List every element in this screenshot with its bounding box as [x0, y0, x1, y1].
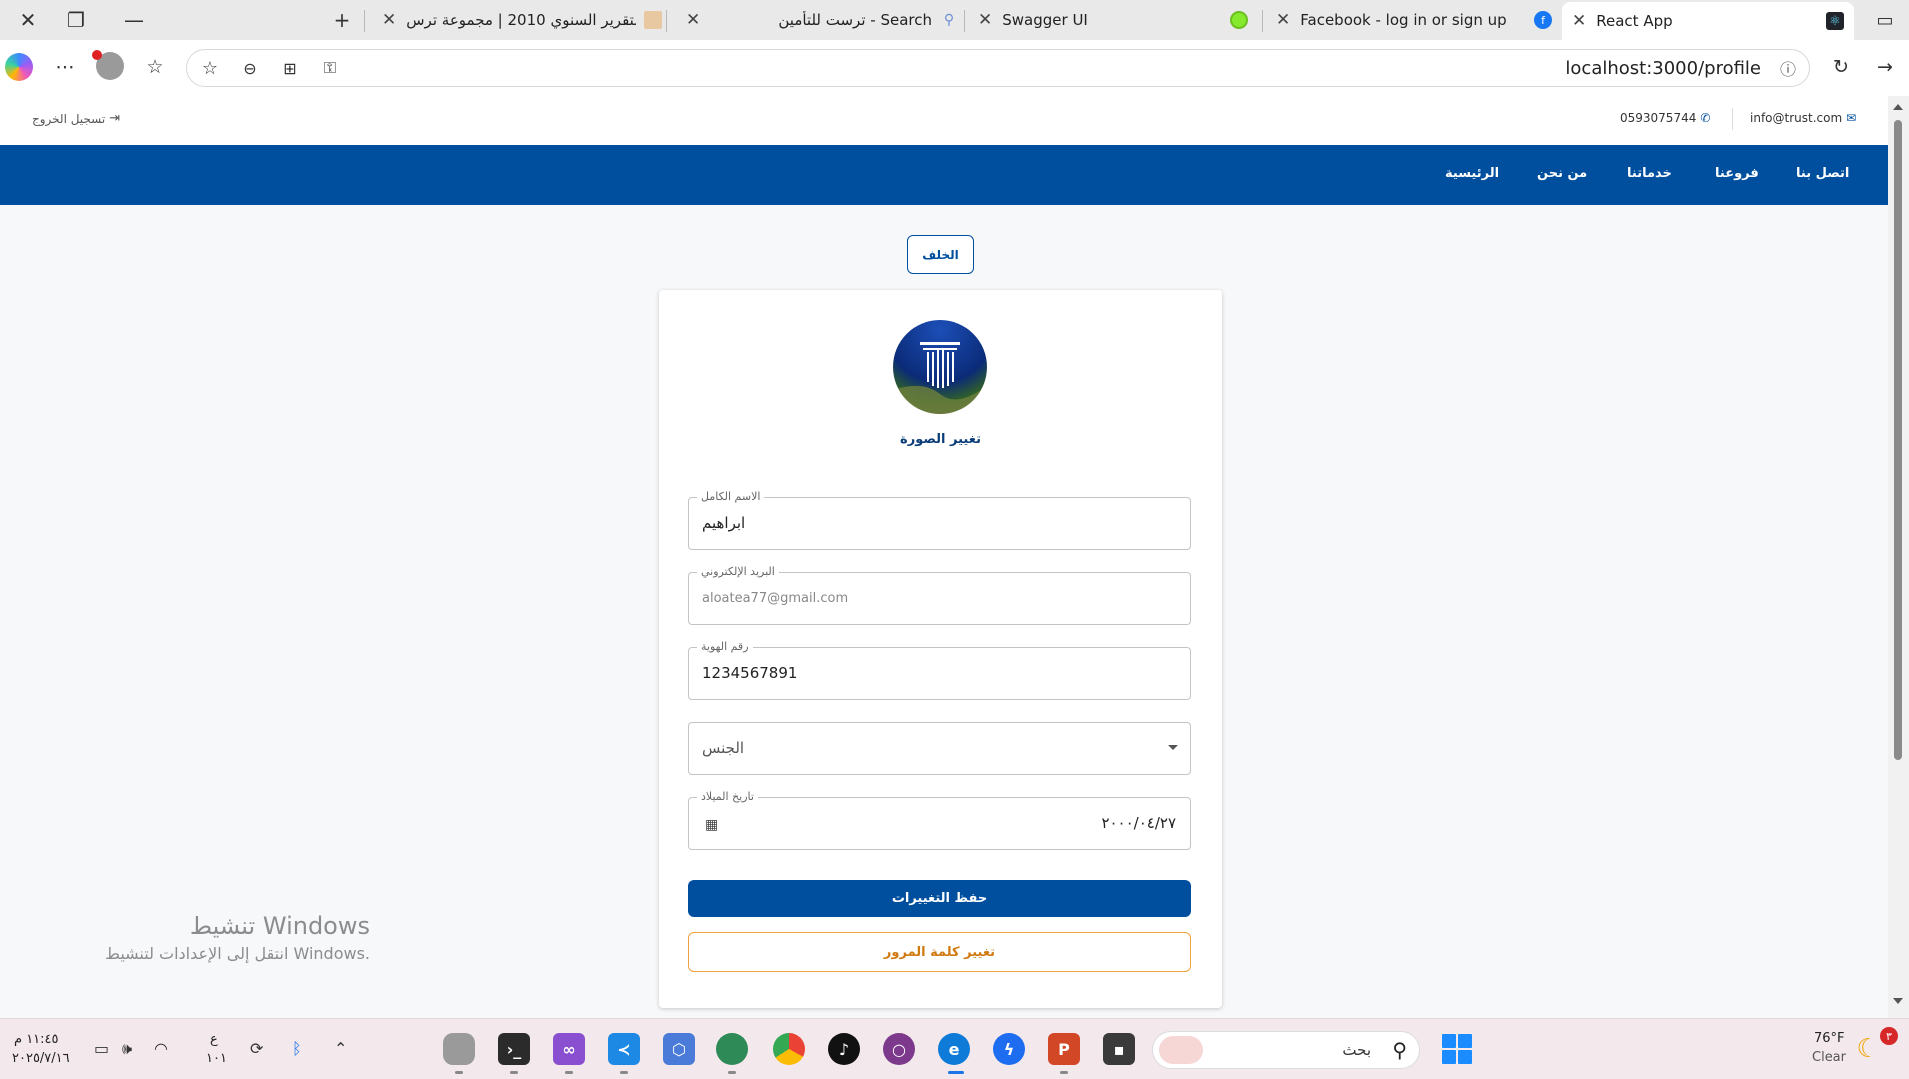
- windows-taskbar: ١١:٤٥ م ٢٠٢٥/٧/١٦ ▭ 🕪 ◠ ع ١٠١ ⟳ ᛒ ⌃ ›_ ∞…: [0, 1018, 1909, 1079]
- battery-icon[interactable]: ▭: [94, 1039, 109, 1058]
- id-number-field[interactable]: رقم الهوية 1234567891: [688, 640, 1191, 700]
- circle-app-icon[interactable]: ○: [883, 1033, 915, 1065]
- site-info-icon[interactable]: ⓘ: [1773, 53, 1803, 83]
- nav-home[interactable]: الرئيسية: [1445, 166, 1499, 181]
- close-tab-icon[interactable]: ✕: [382, 10, 396, 30]
- logout-link[interactable]: تسجيل الخروج ⇥: [32, 111, 120, 126]
- close-tab-icon[interactable]: ✕: [1572, 11, 1586, 31]
- birth-date-field[interactable]: تاريخ الميلاد ▦ ٢٠٠٠/٠٤/٢٧: [688, 790, 1191, 850]
- vscode-icon[interactable]: ≺: [608, 1033, 640, 1065]
- forward-icon[interactable]: →: [1870, 52, 1900, 82]
- notification-badge[interactable]: ٣: [1880, 1027, 1898, 1045]
- phone-icon: ✆: [1700, 111, 1711, 125]
- tab-search[interactable]: ✕ ترست للتأمين - Search ⚲: [676, 4, 968, 36]
- input-language[interactable]: ع: [210, 1032, 218, 1047]
- volume-icon[interactable]: 🕪: [122, 1039, 132, 1059]
- facebook-favicon-icon: f: [1534, 11, 1552, 29]
- nav-about-us[interactable]: من نحن: [1537, 166, 1587, 181]
- swagger-favicon-icon: [1230, 11, 1248, 29]
- search-icon: ⚲: [1392, 1038, 1407, 1062]
- page-content: الخلف تغيير الصورة الاسم الكامل ابراهيم …: [0, 205, 1888, 1018]
- favorites-icon[interactable]: ☆: [140, 52, 170, 82]
- minimize-window-icon[interactable]: —: [106, 0, 162, 40]
- change-photo-button[interactable]: تغيير الصورة: [659, 432, 1222, 447]
- taskbar-search[interactable]: بحث ⚲: [1152, 1031, 1420, 1069]
- scroll-down-icon[interactable]: [1893, 998, 1903, 1004]
- extensions-icon[interactable]: ⊞: [275, 53, 305, 83]
- powerpoint-icon[interactable]: P: [1048, 1033, 1080, 1065]
- chevron-up-icon[interactable]: ⌃: [334, 1039, 347, 1058]
- clock-time[interactable]: ١١:٤٥ م: [14, 1032, 59, 1047]
- refresh-icon[interactable]: ↻: [1826, 52, 1856, 82]
- tab-actions-icon[interactable]: ▭: [1862, 0, 1908, 40]
- change-password-button[interactable]: تغيير كلمة المرور: [688, 932, 1191, 972]
- window-app-icon[interactable]: ▪: [1103, 1033, 1135, 1065]
- windows-start-icon[interactable]: [1442, 1034, 1472, 1064]
- browser-tab-strip: ✕ ❐ — + ✕ التقرير السنوي 2010 | مجموعة ت…: [0, 0, 1909, 40]
- chrome-profile-icon[interactable]: [716, 1033, 748, 1065]
- search-favicon-icon: ⚲: [943, 12, 955, 28]
- email-field[interactable]: البريد الإلكتروني aloatea77@gmail.com: [688, 565, 1191, 625]
- windows-activation-watermark: تنشيط Windows انتقل إلى الإعدادات لتنشيط…: [105, 912, 370, 963]
- key-icon[interactable]: ⚿: [315, 53, 345, 83]
- terminal-app-icon[interactable]: ›_: [498, 1033, 530, 1065]
- more-options-icon[interactable]: ⋯: [50, 52, 80, 82]
- tiktok-icon[interactable]: ♪: [828, 1033, 860, 1065]
- bluetooth-icon[interactable]: ᛒ: [292, 1039, 302, 1058]
- mail-icon: ✉: [1846, 111, 1857, 125]
- tab-react-app[interactable]: ✕ React App ⚛: [1562, 2, 1854, 40]
- logout-icon: ⇥: [109, 111, 121, 126]
- messenger-icon[interactable]: ϟ: [993, 1033, 1025, 1065]
- full-name-field[interactable]: الاسم الكامل ابراهيم: [688, 490, 1191, 550]
- nav-services[interactable]: خدماتنا: [1627, 166, 1672, 181]
- address-bar[interactable]: ☆ ⊖ ⊞ ⚿ localhost:3000/profile ⓘ: [186, 49, 1810, 87]
- visual-studio-icon[interactable]: ∞: [553, 1033, 585, 1065]
- copilot-icon[interactable]: [5, 53, 33, 81]
- app-cube-icon[interactable]: ⬡: [663, 1033, 695, 1065]
- gender-select[interactable]: الجنس: [688, 722, 1191, 775]
- database-app-icon[interactable]: [443, 1033, 475, 1065]
- url-text[interactable]: localhost:3000/profile: [1565, 58, 1761, 79]
- chevron-down-icon: [1168, 745, 1178, 750]
- close-tab-icon[interactable]: ✕: [1276, 10, 1290, 30]
- close-tab-icon[interactable]: ✕: [978, 10, 992, 30]
- site-top-bar: تسجيل الخروج ⇥ 0593075744 ✆ info@trust.c…: [0, 96, 1888, 145]
- calendar-icon[interactable]: ▦: [705, 817, 718, 833]
- restore-window-icon[interactable]: ❐: [48, 0, 104, 40]
- page-scrollbar[interactable]: [1888, 96, 1909, 1018]
- scroll-up-icon[interactable]: [1893, 104, 1903, 110]
- zoom-icon[interactable]: ⊖: [235, 53, 265, 83]
- nav-contact-us[interactable]: اتصل بنا: [1796, 166, 1849, 181]
- phone-contact[interactable]: 0593075744 ✆: [1620, 111, 1710, 125]
- page-favicon-icon: [644, 11, 662, 29]
- trust-logo-icon: [893, 342, 987, 414]
- browser-toolbar: ⋯ ☆ ☆ ⊖ ⊞ ⚿ localhost:3000/profile ⓘ ↻ →: [0, 40, 1909, 96]
- main-navigation: اتصل بنا فروعنا خدماتنا من نحن الرئيسية: [0, 145, 1888, 205]
- nav-branches[interactable]: فروعنا: [1715, 166, 1759, 181]
- email-contact[interactable]: info@trust.com ✉: [1750, 111, 1856, 125]
- tab-annual-report[interactable]: ✕ التقرير السنوي 2010 | مجموعة ترس...: [372, 4, 672, 36]
- chrome-icon[interactable]: [773, 1033, 805, 1065]
- tab-facebook[interactable]: ✕ Facebook - log in or sign up f: [1266, 4, 1562, 36]
- sync-icon[interactable]: ⟳: [250, 1039, 263, 1058]
- profile-card: تغيير الصورة الاسم الكامل ابراهيم البريد…: [659, 290, 1222, 1008]
- search-highlight-icon: [1159, 1036, 1203, 1064]
- back-button[interactable]: الخلف: [907, 235, 974, 274]
- close-tab-icon[interactable]: ✕: [686, 10, 700, 30]
- weather-temp[interactable]: 76°F: [1814, 1031, 1845, 1046]
- edge-icon[interactable]: e: [938, 1033, 970, 1065]
- new-tab-icon[interactable]: +: [314, 0, 370, 40]
- react-favicon-icon: ⚛: [1826, 12, 1844, 30]
- save-changes-button[interactable]: حفظ التغييرات: [688, 880, 1191, 917]
- profile-avatar-icon[interactable]: [92, 50, 124, 80]
- add-favorite-icon[interactable]: ☆: [195, 53, 225, 83]
- clock-date[interactable]: ٢٠٢٥/٧/١٦: [12, 1051, 70, 1066]
- tab-swagger[interactable]: ✕ Swagger UI: [968, 4, 1258, 36]
- wifi-icon[interactable]: ◠: [154, 1039, 168, 1058]
- profile-photo[interactable]: [893, 320, 987, 414]
- scroll-thumb[interactable]: [1894, 120, 1902, 760]
